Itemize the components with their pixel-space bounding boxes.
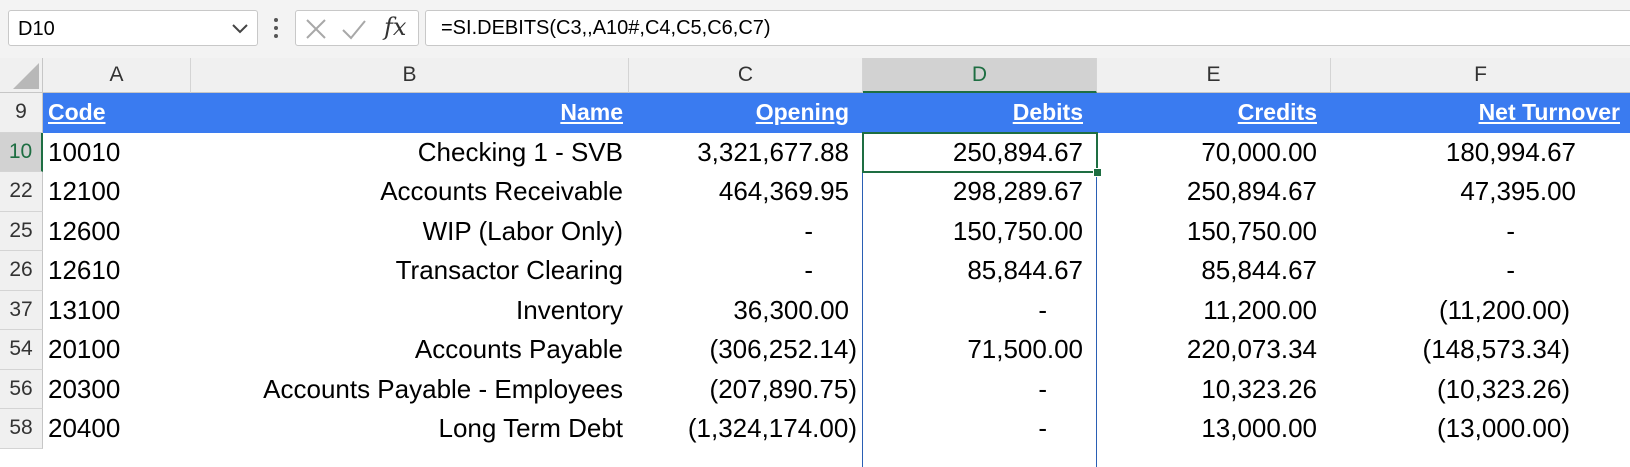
select-all-triangle-icon (13, 63, 39, 89)
cell-opening[interactable]: 36,300.00 (629, 291, 863, 331)
cancel-icon[interactable] (302, 15, 330, 43)
cell-name[interactable]: Inventory (191, 291, 629, 331)
column-header-a[interactable]: A (43, 58, 191, 93)
cell-name[interactable]: Accounts Receivable (191, 172, 629, 212)
cell-code[interactable]: 13100 (43, 291, 191, 331)
table-row: 37 13100 Inventory 36,300.00 - 11,200.00… (0, 290, 1630, 331)
header-opening[interactable]: Opening (629, 93, 863, 133)
table-row: 54 20100 Accounts Payable (306,252.14) 7… (0, 330, 1630, 370)
table-row: 58 20400 Long Term Debt (1,324,174.00) -… (0, 409, 1630, 449)
formula-input[interactable]: =SI.DEBITS(C3,,A10#,C4,C5,C6,C7) (425, 10, 1630, 46)
cell-debits[interactable]: 85,844.67 (863, 251, 1097, 291)
cell-debits[interactable]: 298,289.67 (863, 172, 1097, 212)
insert-function-icon[interactable]: fx (384, 13, 406, 41)
table-row: 56 20300 Accounts Payable - Employees (2… (0, 369, 1630, 410)
cell-opening[interactable]: 464,369.95 (629, 172, 863, 212)
formula-bar: D10 fx =SI.DEBITS(C3,,A10#,C4,C5,C6,C7) (0, 0, 1630, 58)
column-header-c[interactable]: C (629, 58, 863, 93)
spill-border-right (1096, 132, 1097, 467)
cell-code[interactable]: 20400 (43, 409, 191, 449)
row-number[interactable]: 26 (0, 251, 43, 291)
cell-opening[interactable]: (207,890.75) (629, 370, 863, 410)
cell-opening[interactable]: (306,252.14) (629, 330, 863, 370)
name-box-value: D10 (18, 18, 55, 40)
column-header-e[interactable]: E (1097, 58, 1331, 93)
row-number[interactable]: 56 (0, 369, 43, 409)
cell-code[interactable]: 12100 (43, 172, 191, 212)
cell-credits[interactable]: 85,844.67 (1097, 251, 1331, 291)
cell-name[interactable]: Transactor Clearing (191, 251, 629, 291)
chevron-down-icon[interactable] (227, 15, 253, 41)
cell-name[interactable]: Accounts Payable - Employees (191, 370, 629, 410)
header-debits[interactable]: Debits (863, 93, 1097, 133)
name-box[interactable]: D10 (8, 10, 258, 46)
cell-code[interactable]: 10010 (43, 133, 191, 173)
row-number[interactable]: 58 (0, 409, 43, 449)
fill-handle[interactable] (1093, 168, 1102, 177)
spill-border-left (862, 132, 863, 467)
column-header-b[interactable]: B (191, 58, 629, 93)
cell-net-turnover[interactable]: (11,200.00) (1331, 291, 1630, 331)
cell-net-turnover[interactable]: (10,323.26) (1331, 370, 1630, 410)
cell-name[interactable]: Checking 1 - SVB (191, 133, 629, 173)
cell-opening[interactable]: 3,321,677.88 (629, 133, 863, 173)
cell-name[interactable]: Accounts Payable (191, 330, 629, 370)
active-cell-border (862, 132, 1098, 173)
cell-debits[interactable]: 150,750.00 (863, 212, 1097, 252)
cell-net-turnover[interactable]: (148,573.34) (1331, 330, 1630, 370)
row-number[interactable]: 10 (0, 132, 43, 172)
cell-credits[interactable]: 10,323.26 (1097, 370, 1331, 410)
header-net-turnover[interactable]: Net Turnover (1331, 93, 1630, 133)
cell-code[interactable]: 20100 (43, 330, 191, 370)
cell-credits[interactable]: 70,000.00 (1097, 133, 1331, 173)
table-row: 10 10010 Checking 1 - SVB 3,321,677.88 2… (0, 132, 1630, 173)
header-name[interactable]: Name (191, 93, 629, 133)
cell-credits[interactable]: 250,894.67 (1097, 172, 1331, 212)
header-code[interactable]: Code (43, 93, 191, 133)
row-number[interactable]: 9 (0, 93, 43, 133)
cell-code[interactable]: 12610 (43, 251, 191, 291)
cell-credits[interactable]: 11,200.00 (1097, 291, 1331, 331)
cell-credits[interactable]: 220,073.34 (1097, 330, 1331, 370)
cell-name[interactable]: Long Term Debt (191, 409, 629, 449)
cell-opening[interactable]: - (629, 212, 863, 252)
cell-net-turnover[interactable]: (13,000.00) (1331, 409, 1630, 449)
row-number[interactable]: 25 (0, 211, 43, 251)
more-options-icon[interactable] (270, 13, 282, 43)
row-number[interactable]: 37 (0, 290, 43, 330)
formula-text: =SI.DEBITS(C3,,A10#,C4,C5,C6,C7) (441, 17, 771, 39)
cell-debits[interactable]: - (863, 409, 1097, 449)
row-number[interactable]: 22 (0, 172, 43, 212)
header-credits[interactable]: Credits (1097, 93, 1331, 133)
table-header-row: 9 Code Name Opening Debits Credits Net T… (0, 93, 1630, 133)
cell-code[interactable]: 20300 (43, 370, 191, 410)
cell-net-turnover[interactable]: - (1331, 251, 1630, 291)
cell-debits[interactable]: - (863, 370, 1097, 410)
enter-check-icon[interactable] (340, 15, 368, 43)
spreadsheet-grid: A B C D E F 9 Code Name Opening Debits C… (0, 58, 1630, 467)
cell-net-turnover[interactable]: - (1331, 212, 1630, 252)
cell-opening[interactable]: (1,324,174.00) (629, 409, 863, 449)
table-row: 22 12100 Accounts Receivable 464,369.95 … (0, 172, 1630, 212)
row-number[interactable]: 54 (0, 330, 43, 370)
cell-net-turnover[interactable]: 47,395.00 (1331, 172, 1630, 212)
table-row: 25 12600 WIP (Labor Only) - 150,750.00 1… (0, 211, 1630, 252)
select-all-button[interactable] (0, 58, 43, 93)
cell-debits[interactable]: 71,500.00 (863, 330, 1097, 370)
cell-opening[interactable]: - (629, 251, 863, 291)
cell-code[interactable]: 12600 (43, 212, 191, 252)
cell-credits[interactable]: 150,750.00 (1097, 212, 1331, 252)
column-header-d[interactable]: D (863, 58, 1097, 93)
cell-name[interactable]: WIP (Labor Only) (191, 212, 629, 252)
cell-credits[interactable]: 13,000.00 (1097, 409, 1331, 449)
column-header-f[interactable]: F (1331, 58, 1630, 93)
formula-actions: fx (295, 10, 419, 46)
cell-net-turnover[interactable]: 180,994.67 (1331, 133, 1630, 173)
cell-debits[interactable]: - (863, 291, 1097, 331)
table-row: 26 12610 Transactor Clearing - 85,844.67… (0, 251, 1630, 291)
